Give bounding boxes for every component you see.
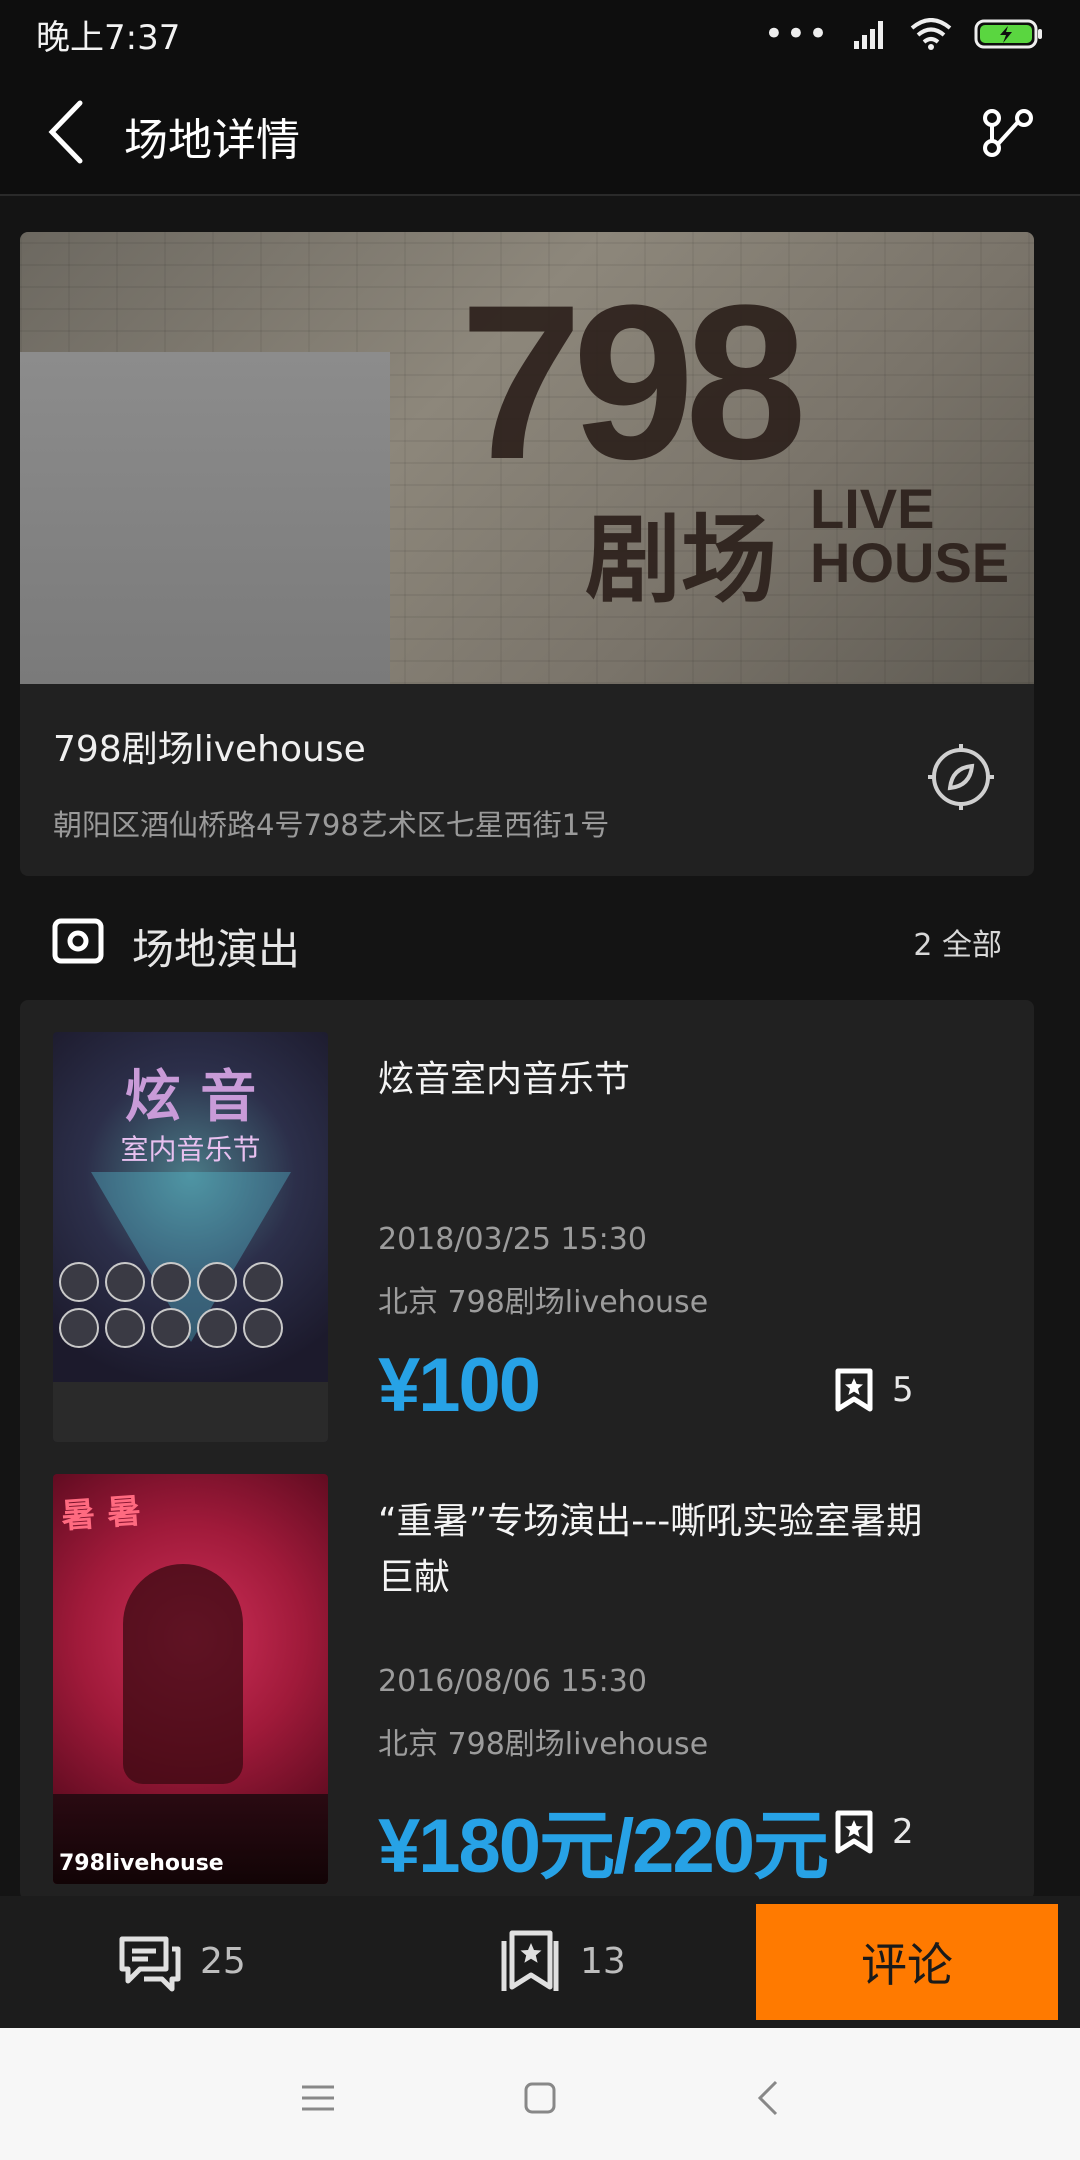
system-nav-bar xyxy=(0,2028,1080,2160)
write-comment-button[interactable]: 评论 xyxy=(756,1904,1058,2020)
favorites-count: 13 xyxy=(580,1940,626,1982)
show-date: 2018/03/25 15:30 xyxy=(378,1222,647,1257)
status-time: 晚上7:37 xyxy=(36,17,181,58)
battery-icon xyxy=(974,19,1042,49)
back-arrow-icon xyxy=(757,2080,778,2116)
show-venue: 北京 798剧场livehouse xyxy=(378,1285,709,1320)
home-button[interactable] xyxy=(510,2068,570,2128)
poster-title: 炫 音 xyxy=(124,1065,257,1130)
compass-icon xyxy=(928,744,994,810)
poster-artist-circles xyxy=(59,1262,322,1348)
signal-icon xyxy=(854,21,883,49)
share-icon xyxy=(983,109,1033,157)
bookmark-star-icon xyxy=(835,1368,873,1412)
show-item[interactable]: 炫 音 室内音乐节 炫音室内音乐节 2018/03/25 15:30 北京 79… xyxy=(20,1032,1034,1462)
share-button[interactable] xyxy=(976,100,1040,164)
poster-footer-text: 798livehouse xyxy=(59,1851,224,1876)
section-header: 场地演出 2 全部 xyxy=(0,890,1080,990)
menu-icon xyxy=(302,2085,334,2111)
action-bar: 25 13 评论 xyxy=(0,1896,1080,2028)
app-header: 场地详情 xyxy=(0,68,1080,196)
show-price: ¥100 xyxy=(378,1343,541,1428)
show-price: ¥180元/220元 xyxy=(378,1804,829,1889)
show-favorite[interactable]: 5 xyxy=(834,1362,930,1418)
wifi-icon xyxy=(910,18,952,50)
camera-icon xyxy=(52,918,104,964)
show-title: “重暑”专场演出---嘶吼实验室暑期巨献 xyxy=(378,1501,923,1598)
section-title: 场地演出 xyxy=(132,925,301,974)
view-all-link[interactable]: 2 全部 xyxy=(913,920,1002,964)
poster-headline-art: 暑 暑 xyxy=(59,1491,143,1537)
status-icons: ••• xyxy=(764,17,1044,51)
favorite-count: 2 xyxy=(892,1812,914,1852)
sign-live-text: LIVE xyxy=(810,477,935,540)
favorite-count: 5 xyxy=(892,1370,914,1410)
poster-footer: 798livehouse xyxy=(53,1794,328,1884)
favorites-button[interactable]: 13 xyxy=(498,1926,626,1996)
show-item[interactable]: 暑 暑 798livehouse “重暑”专场演出---嘶吼实验室暑期巨献 20… xyxy=(20,1474,1034,1900)
sign-chinese: 剧场 xyxy=(585,504,777,616)
navigate-button[interactable] xyxy=(926,742,996,812)
comments-count: 25 xyxy=(200,1940,246,1982)
poster-footer xyxy=(53,1382,328,1442)
venue-info: 798剧场livehouse 朝阳区酒仙桥路4号798艺术区七星西街1号 xyxy=(20,684,1034,876)
home-square-icon xyxy=(524,2082,556,2114)
system-back-button[interactable] xyxy=(738,2068,798,2128)
poster-subtitle: 室内音乐节 xyxy=(120,1133,261,1166)
show-venue: 北京 798剧场livehouse xyxy=(378,1727,709,1762)
show-date: 2016/08/06 15:30 xyxy=(378,1664,647,1699)
poster-skeleton-art xyxy=(123,1564,243,1784)
sign-number: 798 xyxy=(460,259,807,505)
comment-icon xyxy=(119,1936,181,1992)
venue-name: 798剧场livehouse xyxy=(53,729,366,770)
bookmark-star-icon xyxy=(835,1810,873,1854)
wall-foreground xyxy=(20,352,390,684)
more-dots-icon: ••• xyxy=(763,14,830,54)
venue-address: 朝阳区酒仙桥路4号798艺术区七星西街1号 xyxy=(53,808,610,842)
venue-photo: 798 剧场 LIVE HOUSE xyxy=(20,232,1034,684)
status-bar: 晚上7:37 ••• xyxy=(0,0,1080,68)
venue-card[interactable]: 798 剧场 LIVE HOUSE 798剧场livehouse 朝阳区酒仙桥路… xyxy=(20,232,1034,876)
chevron-left-icon xyxy=(48,100,83,164)
show-title: 炫音室内音乐节 xyxy=(378,1059,631,1100)
recent-apps-button[interactable] xyxy=(288,2068,348,2128)
sign-house-text: HOUSE xyxy=(810,531,1010,594)
sign-livehouse: LIVE HOUSE xyxy=(810,477,1010,594)
show-favorite[interactable]: 2 xyxy=(834,1804,930,1860)
back-button[interactable] xyxy=(30,96,102,168)
shows-list: 炫 音 室内音乐节 炫音室内音乐节 2018/03/25 15:30 北京 79… xyxy=(20,1000,1034,1900)
comments-button[interactable]: 25 xyxy=(118,1926,246,1996)
show-poster: 炫 音 室内音乐节 xyxy=(53,1032,328,1442)
bookmarks-icon xyxy=(501,1930,559,1991)
show-poster: 暑 暑 798livehouse xyxy=(53,1474,328,1884)
page-title: 场地详情 xyxy=(124,115,300,166)
